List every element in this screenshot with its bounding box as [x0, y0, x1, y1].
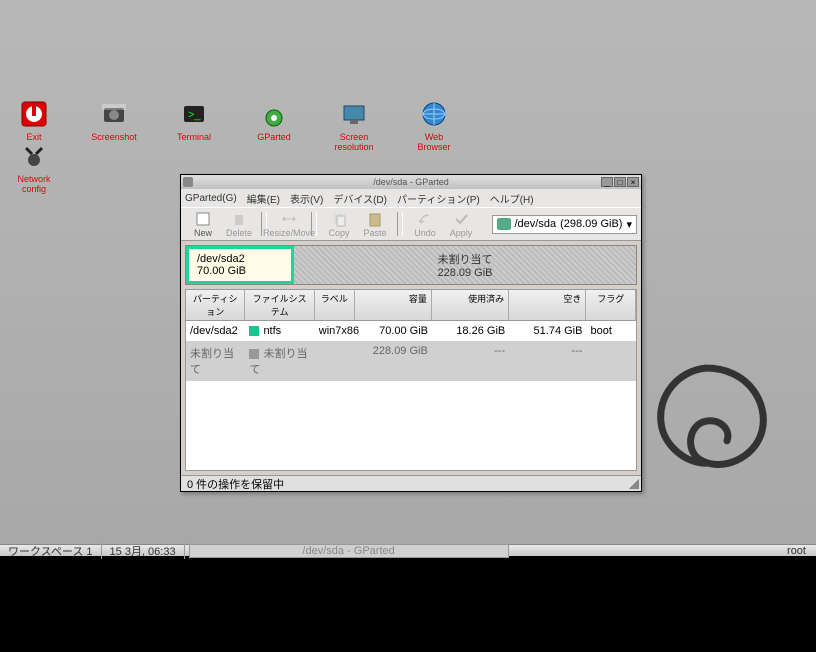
- desktop-icons-row: Exit Screenshot >_Terminal GParted Scree…: [8, 98, 460, 152]
- fs-color-icon: [249, 326, 259, 336]
- screen-resolution-icon[interactable]: Screen resolution: [328, 98, 380, 152]
- disk-icon: [497, 218, 511, 230]
- statusbar: 0 件の操作を保留中: [181, 475, 641, 491]
- menubar: GParted(G) 編集(E) 表示(V) デバイス(D) パーティション(P…: [181, 189, 641, 207]
- table-row[interactable]: 未割り当て 未割り当て 228.09 GiB --- ---: [186, 341, 636, 381]
- copy-button[interactable]: Copy: [321, 210, 357, 238]
- taskbar: ワークスペース 1 15 3月, 06:33 /dev/sda - GParte…: [0, 544, 816, 556]
- apply-button[interactable]: Apply: [443, 210, 479, 238]
- menu-view[interactable]: 表示(V): [290, 191, 323, 206]
- undo-button[interactable]: Undo: [407, 210, 443, 238]
- device-size: (298.09 GiB): [560, 218, 622, 230]
- menu-partition[interactable]: パーティション(P): [397, 191, 480, 206]
- svg-text:>_: >_: [188, 109, 201, 121]
- partition-visual: /dev/sda2 70.00 GiB 未割り当て 228.09 GiB: [185, 245, 637, 285]
- device-selector[interactable]: /dev/sda (298.09 GiB) ▾: [492, 215, 638, 234]
- screenshot-icon[interactable]: Screenshot: [88, 98, 140, 152]
- menu-device[interactable]: デバイス(D): [333, 191, 387, 206]
- resize-handle[interactable]: [629, 479, 639, 489]
- paste-button[interactable]: Paste: [357, 210, 393, 238]
- network-config-icon[interactable]: Network config: [8, 140, 60, 194]
- partition-block-unallocated[interactable]: 未割り当て 228.09 GiB: [294, 246, 636, 284]
- web-browser-icon[interactable]: Web Browser: [408, 98, 460, 152]
- table-header: パーティション ファイルシステム ラベル 容量 使用済み 空き フラグ: [185, 289, 637, 321]
- terminal-icon[interactable]: >_Terminal: [168, 98, 220, 152]
- minimize-button[interactable]: _: [601, 177, 613, 187]
- delete-button[interactable]: Delete: [221, 210, 257, 238]
- gparted-window: /dev/sda - GParted _ □ × GParted(G) 編集(E…: [180, 174, 642, 492]
- app-icon: [183, 177, 193, 187]
- menu-gparted[interactable]: GParted(G): [185, 193, 237, 204]
- partition-block-sda2[interactable]: /dev/sda2 70.00 GiB: [186, 246, 294, 284]
- titlebar[interactable]: /dev/sda - GParted _ □ ×: [181, 175, 641, 189]
- user-label: root: [777, 545, 816, 557]
- window-title: /dev/sda - GParted: [373, 177, 449, 187]
- toolbar: New Delete Resize/Move Copy Paste Undo A…: [181, 207, 641, 241]
- desktop: Exit Screenshot >_Terminal GParted Scree…: [0, 0, 816, 554]
- menu-edit[interactable]: 編集(E): [247, 191, 280, 206]
- taskbar-task[interactable]: /dev/sda - GParted: [189, 544, 509, 558]
- close-button[interactable]: ×: [627, 177, 639, 187]
- chevron-down-icon: ▾: [626, 218, 632, 231]
- menu-help[interactable]: ヘルプ(H): [490, 191, 534, 206]
- workspace-switcher[interactable]: ワークスペース 1: [0, 543, 102, 559]
- fs-color-icon: [249, 349, 259, 359]
- gparted-icon[interactable]: GParted: [248, 98, 300, 152]
- table-row[interactable]: /dev/sda2 ntfs win7x86 70.00 GiB 18.26 G…: [186, 321, 636, 341]
- maximize-button[interactable]: □: [614, 177, 626, 187]
- resize-button[interactable]: Resize/Move: [271, 210, 307, 238]
- clock: 15 3月, 06:33: [102, 543, 185, 559]
- partition-table: パーティション ファイルシステム ラベル 容量 使用済み 空き フラグ /dev…: [185, 289, 637, 471]
- new-button[interactable]: New: [185, 210, 221, 238]
- debian-swirl-icon: [636, 354, 776, 494]
- device-label: /dev/sda: [515, 218, 557, 230]
